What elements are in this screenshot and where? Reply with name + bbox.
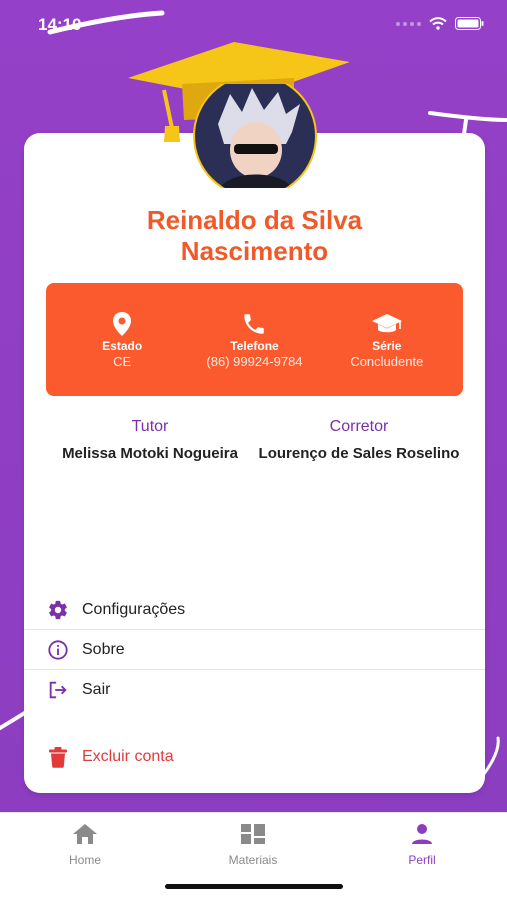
delete-account-button[interactable]: Excluir conta (24, 740, 485, 774)
corretor-role: Corretor (329, 418, 389, 435)
menu-item-label: Sobre (82, 640, 125, 658)
tutor-name: Melissa Motoki Nogueira (62, 445, 238, 462)
grid-icon (240, 821, 266, 847)
tab-perfil[interactable]: Perfil (362, 821, 482, 867)
people-section: Tutor Melissa Motoki Nogueira Corretor L… (46, 418, 463, 463)
status-time: 14:10 (38, 15, 82, 34)
corretor-name: Lourenço de Sales Roselino (258, 445, 460, 462)
tab-label: Home (68, 853, 101, 867)
info-value: Concludente (350, 353, 424, 369)
graduation-cap-icon (371, 311, 403, 337)
menu-item-label: Configurações (82, 600, 186, 618)
signal-icon (396, 21, 421, 26)
info-label: Estado (102, 338, 143, 353)
home-icon (72, 821, 98, 847)
profile-menu: Configurações Sobre Sair (24, 590, 485, 710)
logout-icon (46, 678, 70, 702)
person-icon (410, 821, 434, 847)
battery-icon (455, 17, 485, 30)
tab-label: Perfil (408, 853, 436, 867)
tutor-role: Tutor (131, 418, 169, 435)
user-name: Reinaldo da Silva Nascimento (146, 205, 363, 266)
info-telefone: Telefone (86) 99924-9784 (189, 311, 319, 369)
info-serie: Série Concludente (322, 311, 452, 369)
wifi-icon (429, 17, 447, 30)
info-icon (46, 638, 70, 662)
menu-item-sair[interactable]: Sair (24, 670, 485, 710)
profile-screen: 14:10 Reinaldo da Silva Nascimento Estad… (0, 0, 507, 900)
info-value: (86) 99924-9784 (206, 353, 303, 369)
phone-icon (241, 311, 267, 337)
tab-materiais[interactable]: Materiais (193, 821, 313, 867)
tab-label: Materiais (228, 853, 278, 867)
gear-icon (46, 598, 70, 622)
info-label: Telefone (230, 338, 279, 353)
menu-item-label: Sair (82, 681, 111, 698)
home-indicator (165, 884, 343, 889)
menu-item-configuracoes[interactable]: Configurações (24, 590, 485, 630)
info-box: Estado CE Telefone (86) 99924-9784 Série… (46, 283, 463, 396)
menu-item-sobre[interactable]: Sobre (24, 630, 485, 670)
avatar[interactable] (190, 84, 320, 188)
status-icons (396, 17, 485, 30)
location-pin-icon (112, 311, 132, 337)
corretor-block: Corretor Lourenço de Sales Roselino (255, 418, 463, 463)
info-value: CE (113, 353, 132, 369)
info-label: Série (372, 338, 402, 353)
delete-account-label: Excluir conta (82, 748, 174, 765)
info-estado: Estado CE (57, 311, 187, 369)
trash-icon (46, 745, 70, 769)
tab-home[interactable]: Home (25, 821, 145, 867)
tutor-block: Tutor Melissa Motoki Nogueira (46, 418, 254, 463)
